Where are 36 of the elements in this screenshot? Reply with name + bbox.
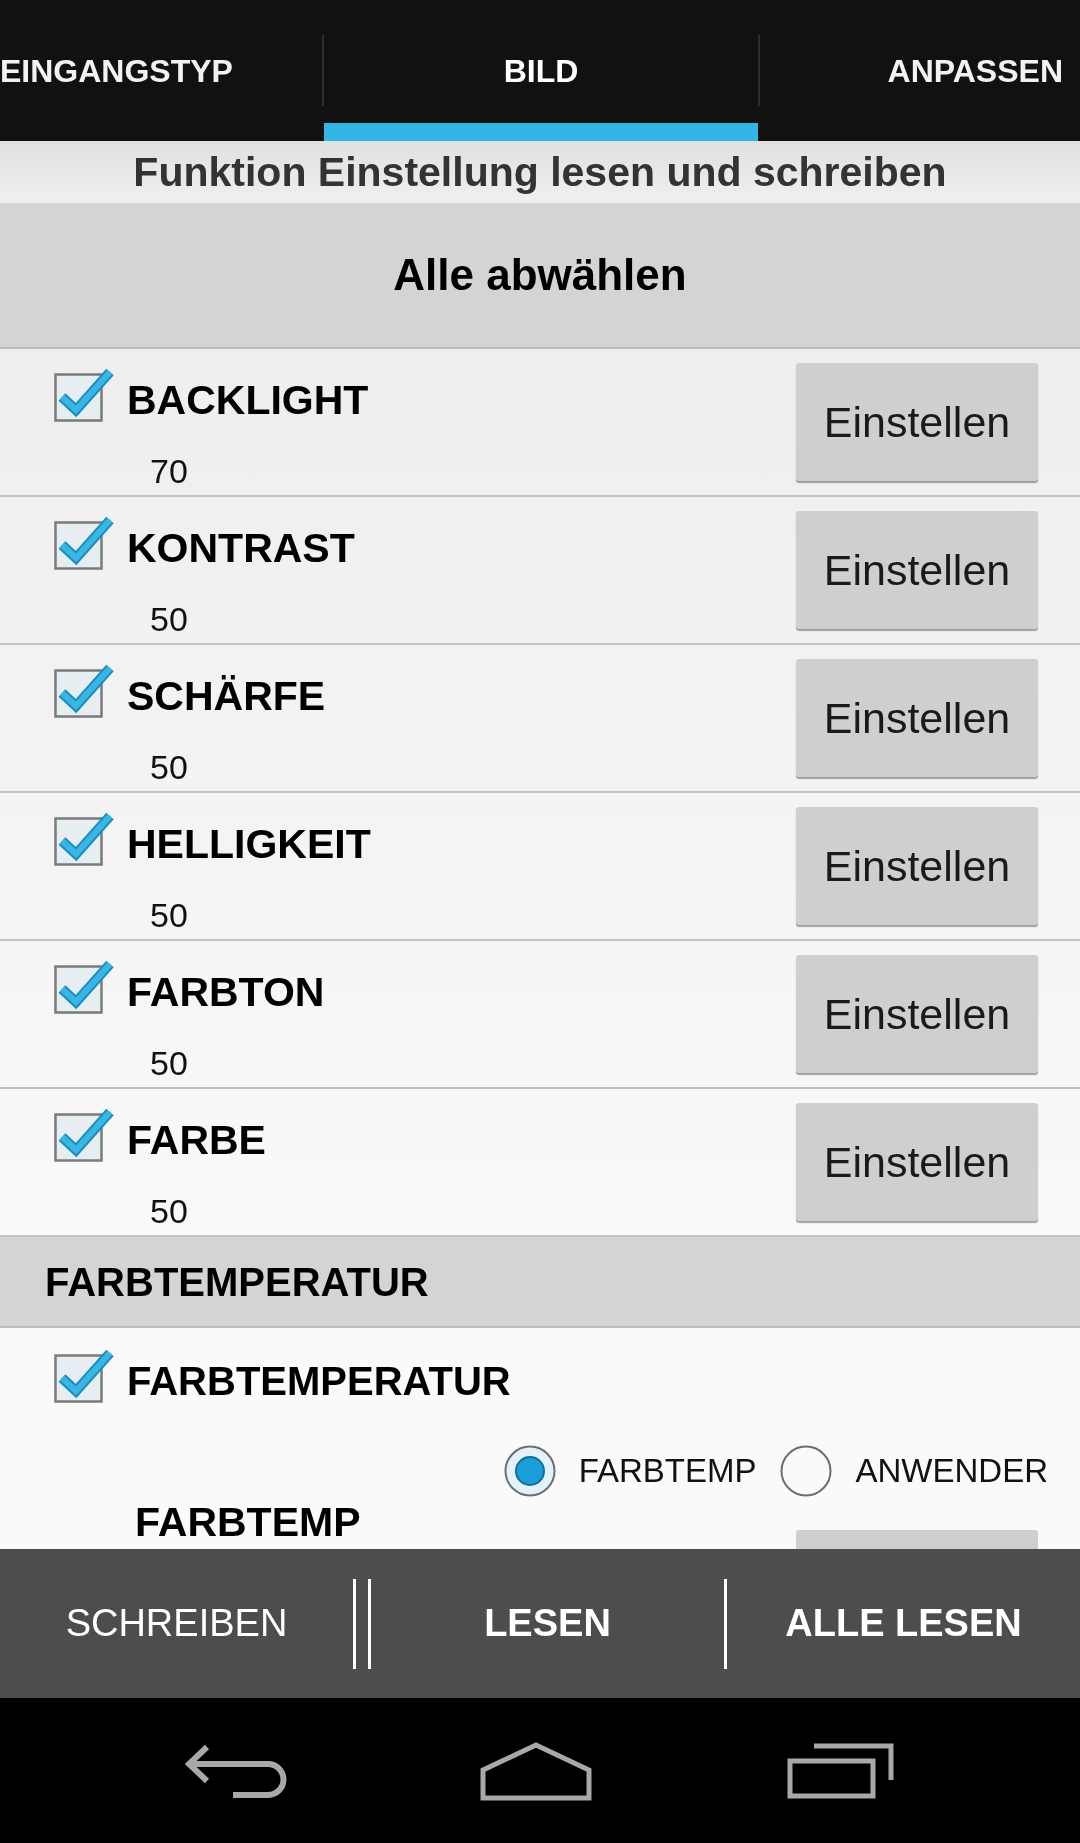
set-button[interactable]: Einstellen <box>796 1103 1038 1221</box>
setting-value: 50 <box>150 1191 189 1231</box>
setting-name: BACKLIGHT <box>127 376 369 424</box>
radio-label[interactable]: FARBTEMP <box>578 1451 757 1491</box>
home-icon[interactable] <box>480 1740 592 1801</box>
set-button[interactable]: Einstellen <box>796 511 1038 629</box>
action-button[interactable]: ALLE LESEN <box>727 1549 1080 1698</box>
tab[interactable]: EINGANGSTYP <box>0 0 322 141</box>
setting-name: SCHÄRFE <box>127 672 326 720</box>
setting-name: HELLIGKEIT <box>127 820 371 868</box>
set-button[interactable]: Einstellen <box>796 807 1038 925</box>
radio-button[interactable] <box>780 1445 833 1497</box>
setting-name: KONTRAST <box>127 524 355 572</box>
recent-apps-icon[interactable] <box>787 1742 895 1799</box>
subtitle-text: Funktion Einstellung lesen und schreiben <box>133 148 947 196</box>
section-title: FARBTEMPERATUR <box>45 1258 429 1306</box>
set-button[interactable]: Einstellen <box>796 659 1038 777</box>
setting-value: 70 <box>150 451 189 491</box>
back-icon[interactable] <box>185 1742 287 1799</box>
setting-name: FARBTON <box>127 968 325 1016</box>
setting-name: FARBE <box>127 1116 266 1164</box>
tab[interactable]: BILD <box>324 0 758 141</box>
setting-value: 50 <box>150 895 189 935</box>
action-button[interactable]: LESEN <box>371 1549 724 1698</box>
set-button[interactable]: Einstellen <box>796 363 1038 481</box>
radio-button[interactable] <box>503 1445 556 1497</box>
action-button[interactable]: SCHREIBEN <box>0 1549 353 1698</box>
setting-name: FARBTEMP <box>135 1499 361 1545</box>
setting-value: 50 <box>150 1043 189 1083</box>
tab[interactable]: ANPASSEN <box>760 0 1080 141</box>
setting-value: 50 <box>150 747 189 787</box>
setting-name: FARBTEMPERATUR <box>127 1358 511 1405</box>
setting-value: 50 <box>150 599 189 639</box>
radio-label[interactable]: ANWENDER <box>855 1451 1048 1491</box>
deselect-all-button[interactable]: Alle abwählen <box>0 203 1080 349</box>
set-button[interactable]: Einstellen <box>796 955 1038 1073</box>
